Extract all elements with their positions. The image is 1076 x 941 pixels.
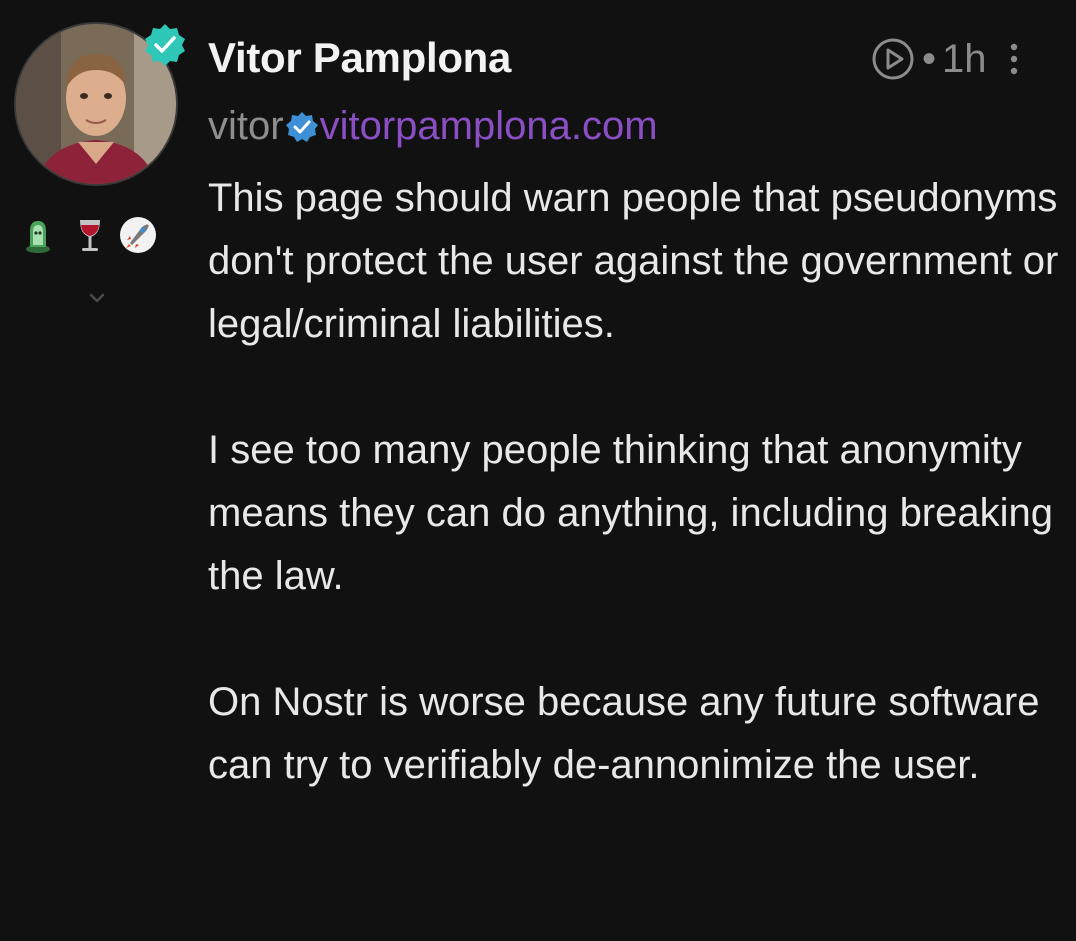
author-handle[interactable]: vitor vitorpamplona.com — [208, 102, 658, 150]
author-avatar-container[interactable] — [14, 22, 185, 186]
author-badges — [22, 215, 162, 259]
handle-user: vitor — [208, 104, 284, 148]
more-vertical-icon[interactable] — [1005, 39, 1023, 79]
verified-icon — [145, 24, 185, 66]
wine-glass-badge-icon[interactable] — [70, 215, 110, 255]
ghost-badge-icon[interactable] — [22, 215, 62, 255]
post-paragraph: I see too many people thinking that anon… — [208, 428, 1053, 598]
post-meta: • 1h — [870, 34, 1023, 84]
rocket-badge-icon[interactable] — [118, 215, 158, 255]
chevron-down-icon[interactable] — [84, 288, 110, 308]
play-icon[interactable] — [870, 36, 916, 82]
post-paragraph: On Nostr is worse because any future sof… — [208, 680, 1040, 787]
handle-domain: vitorpamplona.com — [319, 104, 658, 148]
post-paragraph: This page should warn people that pseudo… — [208, 176, 1059, 346]
author-name[interactable]: Vitor Pamplona — [208, 34, 511, 82]
meta-separator: • — [922, 36, 937, 81]
nip05-verified-icon — [285, 112, 318, 142]
post-timestamp: 1h — [942, 36, 987, 81]
post-content[interactable]: This page should warn people that pseudo… — [208, 167, 1068, 797]
